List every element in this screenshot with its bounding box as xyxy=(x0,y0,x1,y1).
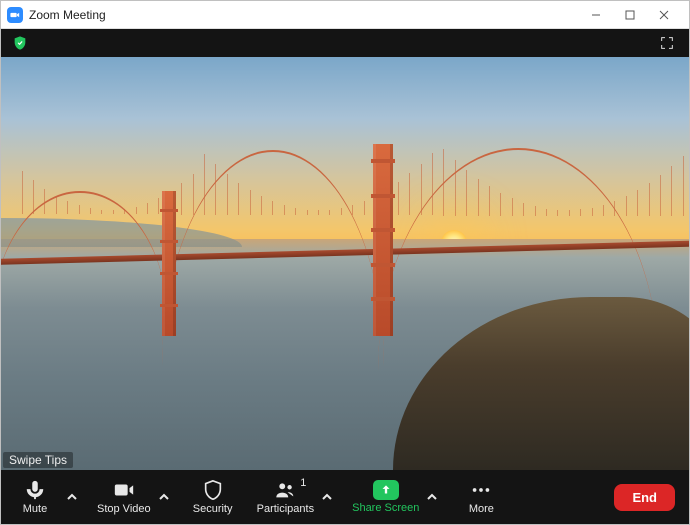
minimize-button[interactable] xyxy=(579,1,613,29)
close-button[interactable] xyxy=(647,1,681,29)
participant-count-badge: 1 xyxy=(300,477,306,489)
mute-label: Mute xyxy=(23,503,47,515)
participants-icon: 1 xyxy=(274,479,296,501)
share-options-caret-icon[interactable] xyxy=(423,473,441,521)
video-options-caret-icon[interactable] xyxy=(155,473,173,521)
participants-options-caret-icon[interactable] xyxy=(318,473,336,521)
stop-video-label: Stop Video xyxy=(97,503,151,515)
video-area: Swipe Tips xyxy=(1,57,689,470)
fullscreen-toggle-icon[interactable] xyxy=(655,31,679,55)
end-meeting-button[interactable]: End xyxy=(614,484,675,511)
participants-button[interactable]: 1 Participants xyxy=(253,473,318,521)
share-screen-label: Share Screen xyxy=(352,502,419,514)
security-button[interactable]: Security xyxy=(185,473,241,521)
participants-label: Participants xyxy=(257,503,314,515)
stop-video-button[interactable]: Stop Video xyxy=(93,473,155,521)
share-screen-icon xyxy=(373,480,399,500)
more-button[interactable]: More xyxy=(453,473,509,521)
microphone-icon xyxy=(24,479,46,501)
meeting-toolbar: Mute Stop Video Security 1 Participants xyxy=(1,470,689,524)
zoom-window: Zoom Meeting xyxy=(0,0,690,525)
maximize-button[interactable] xyxy=(613,1,647,29)
audio-options-caret-icon[interactable] xyxy=(63,473,81,521)
titlebar: Zoom Meeting xyxy=(1,1,689,29)
mute-button[interactable]: Mute xyxy=(7,473,63,521)
meeting-topbar xyxy=(1,29,689,57)
swipe-tips-overlay[interactable]: Swipe Tips xyxy=(3,452,73,468)
more-label: More xyxy=(469,503,494,515)
share-screen-button[interactable]: Share Screen xyxy=(348,473,423,521)
participant-video xyxy=(1,57,689,470)
zoom-app-icon xyxy=(7,7,23,23)
encryption-shield-icon[interactable] xyxy=(11,34,29,52)
security-label: Security xyxy=(193,503,233,515)
more-icon xyxy=(470,479,492,501)
shield-icon xyxy=(202,479,224,501)
window-title: Zoom Meeting xyxy=(29,8,106,22)
video-camera-icon xyxy=(113,479,135,501)
